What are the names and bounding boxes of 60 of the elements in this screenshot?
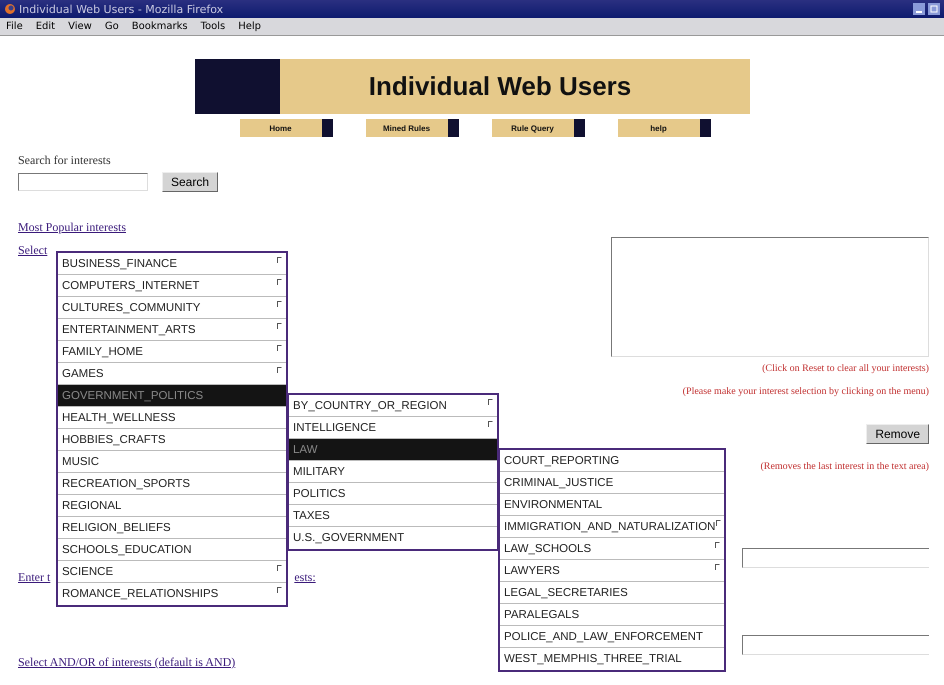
- menu-item[interactable]: File: [6, 21, 23, 32]
- input-field[interactable]: [742, 635, 929, 655]
- search-button[interactable]: Search: [162, 172, 218, 192]
- menu-item[interactable]: Edit: [36, 21, 56, 32]
- menu-option[interactable]: U.S._GOVERNMENT: [289, 527, 497, 549]
- menu-option[interactable]: COURT_REPORTING: [500, 450, 724, 472]
- menu-item[interactable]: Help: [238, 21, 262, 32]
- menu-option[interactable]: SCHOOLS_EDUCATION: [58, 539, 286, 561]
- menu-option[interactable]: ROMANCE_RELATIONSHIPS: [58, 583, 286, 605]
- remove-button[interactable]: Remove: [866, 424, 929, 444]
- menu-option[interactable]: IMMIGRATION_AND_NATURALIZATION: [500, 516, 724, 538]
- menu-option[interactable]: LAWYERS: [500, 560, 724, 582]
- menu-item[interactable]: View: [68, 21, 92, 32]
- menu-option[interactable]: POLICE_AND_LAW_ENFORCEMENT: [500, 626, 724, 648]
- menu-item[interactable]: Tools: [200, 21, 226, 32]
- menu-option[interactable]: SCIENCE: [58, 561, 286, 583]
- menu-option[interactable]: RELIGION_BELIEFS: [58, 517, 286, 539]
- select-link[interactable]: Select: [18, 243, 48, 258]
- menu-option[interactable]: BUSINESS_FINANCE: [58, 253, 286, 275]
- menu-item[interactable]: Go: [104, 21, 119, 32]
- search-label: Search for interests: [18, 153, 111, 168]
- menu-option[interactable]: COMPUTERS_INTERNET: [58, 275, 286, 297]
- menu-option[interactable]: LEGAL_SECRETARIES: [500, 582, 724, 604]
- minimize-icon[interactable]: [913, 3, 925, 15]
- menu-option[interactable]: CRIMINAL_JUSTICE: [500, 472, 724, 494]
- menu-option[interactable]: TAXES: [289, 505, 497, 527]
- and-or-link[interactable]: Select AND/OR of interests (default is AND): [18, 655, 236, 670]
- menu-option[interactable]: MUSIC: [58, 451, 286, 473]
- menu-option[interactable]: REGIONAL: [58, 495, 286, 517]
- selection-note: (Please make your interest selection by clicking on the menu): [682, 386, 929, 397]
- menu-option[interactable]: WEST_MEMPHIS_THREE_TRIAL: [500, 648, 724, 670]
- menu-option[interactable]: POLITICS: [289, 483, 497, 505]
- menu-option[interactable]: LAW_SCHOOLS: [500, 538, 724, 560]
- window-title: Individual Web Users - Mozilla Firefox: [19, 2, 224, 16]
- nav-button[interactable]: Rule Query: [492, 119, 585, 137]
- search-field[interactable]: [18, 173, 148, 191]
- menu-option[interactable]: MILITARY: [289, 461, 497, 483]
- menu-option[interactable]: ENTERTAINMENT_ARTS: [58, 319, 286, 341]
- browser-logo-icon: [4, 3, 16, 15]
- popular-interests-link[interactable]: Most Popular interests: [18, 220, 126, 235]
- enter-link[interactable]: Enter t: [18, 570, 50, 585]
- input-field[interactable]: [742, 548, 929, 568]
- maximize-icon[interactable]: [928, 3, 940, 15]
- menu-option[interactable]: CULTURES_COMMUNITY: [58, 297, 286, 319]
- menu-option[interactable]: HOBBIES_CRAFTS: [58, 429, 286, 451]
- menu-option[interactable]: RECREATION_SPORTS: [58, 473, 286, 495]
- menu-option[interactable]: GOVERNMENT_POLITICS: [58, 385, 286, 407]
- nav-button[interactable]: Home: [240, 119, 333, 137]
- banner-title: Individual Web Users: [368, 70, 632, 103]
- menu-option[interactable]: PARALEGALS: [500, 604, 724, 626]
- menu-option[interactable]: HEALTH_WELLNESS: [58, 407, 286, 429]
- reset-note: (Click on Reset to clear all your interests): [761, 363, 929, 374]
- nav-button[interactable]: help: [618, 119, 711, 137]
- menu-option[interactable]: LAW: [289, 439, 497, 461]
- enter-link-end[interactable]: ests:: [294, 570, 316, 585]
- menu-option[interactable]: FAMILY_HOME: [58, 341, 286, 363]
- menu-option[interactable]: ENVIRONMENTAL: [500, 494, 724, 516]
- menu-option[interactable]: BY_COUNTRY_OR_REGION: [289, 395, 497, 417]
- nav-button[interactable]: Mined Rules: [366, 119, 459, 137]
- menu-item[interactable]: Bookmarks: [132, 21, 188, 32]
